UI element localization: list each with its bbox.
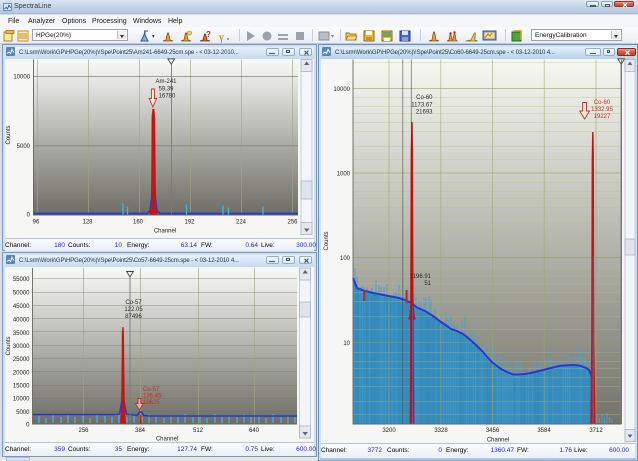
svg-text:512: 512 [193, 428, 204, 434]
svg-text:45000: 45000 [13, 304, 30, 310]
svg-text:1000: 1000 [337, 172, 351, 178]
svg-text:10000: 10000 [333, 87, 350, 93]
svg-text:3712: 3712 [589, 428, 603, 434]
svg-text:192: 192 [184, 220, 195, 226]
svg-text:1173.67: 1173.67 [411, 102, 433, 108]
svg-text:3200: 3200 [382, 428, 396, 434]
svg-text:?: ? [206, 30, 211, 39]
svg-text:3584: 3584 [537, 428, 551, 434]
svg-text:160: 160 [133, 220, 144, 226]
svg-text:5000: 5000 [17, 144, 31, 150]
svg-text:3328: 3328 [434, 428, 448, 434]
svg-text:122.05: 122.05 [124, 307, 143, 313]
svg-text:γ: γ [218, 31, 224, 43]
svg-text:51: 51 [424, 281, 431, 287]
svg-text:100: 100 [340, 256, 351, 262]
svg-text:30000: 30000 [13, 344, 30, 350]
svg-text:19227: 19227 [594, 114, 611, 120]
svg-text:87496: 87496 [125, 314, 142, 320]
svg-text:256: 256 [78, 428, 89, 434]
svg-text:59.39: 59.39 [158, 86, 174, 92]
svg-text:20000: 20000 [13, 371, 30, 377]
svg-text:128: 128 [82, 220, 93, 226]
svg-text:1332.95: 1332.95 [591, 107, 613, 113]
svg-text:1196.91: 1196.91 [410, 274, 432, 280]
svg-text:0: 0 [27, 213, 31, 219]
svg-text:640: 640 [249, 428, 260, 434]
svg-text:55000: 55000 [13, 277, 30, 283]
svg-text:10000: 10000 [13, 75, 30, 81]
svg-text:Counts: Counts [6, 336, 12, 355]
svg-text:136.45: 136.45 [143, 394, 162, 400]
svg-text:Co-60: Co-60 [594, 100, 611, 106]
svg-text:3456: 3456 [486, 428, 500, 434]
svg-text:384: 384 [135, 428, 146, 434]
svg-text:224: 224 [236, 220, 247, 226]
svg-text:5000: 5000 [16, 410, 30, 416]
svg-text:Co-57: Co-57 [125, 300, 142, 306]
svg-text:0: 0 [26, 423, 30, 429]
svg-text:25000: 25000 [13, 357, 30, 363]
svg-text:10: 10 [343, 341, 350, 347]
svg-text:10625: 10625 [143, 400, 160, 406]
svg-text:Counts: Counts [324, 231, 330, 250]
svg-text:Am-241: Am-241 [155, 79, 177, 85]
svg-text:16780: 16780 [159, 93, 176, 99]
svg-text:256: 256 [287, 220, 298, 226]
svg-text:Co-60: Co-60 [416, 95, 433, 101]
svg-text:Co-57: Co-57 [143, 387, 160, 393]
svg-text:15000: 15000 [13, 384, 30, 390]
svg-text:96: 96 [33, 220, 40, 226]
svg-text:Channel: Channel [154, 229, 176, 235]
svg-text:50000: 50000 [13, 291, 30, 297]
svg-text:35000: 35000 [13, 331, 30, 337]
svg-text:40000: 40000 [13, 318, 30, 324]
svg-text:Counts: Counts [6, 125, 12, 144]
svg-text:10000: 10000 [13, 397, 30, 403]
svg-text:21693: 21693 [416, 110, 433, 116]
